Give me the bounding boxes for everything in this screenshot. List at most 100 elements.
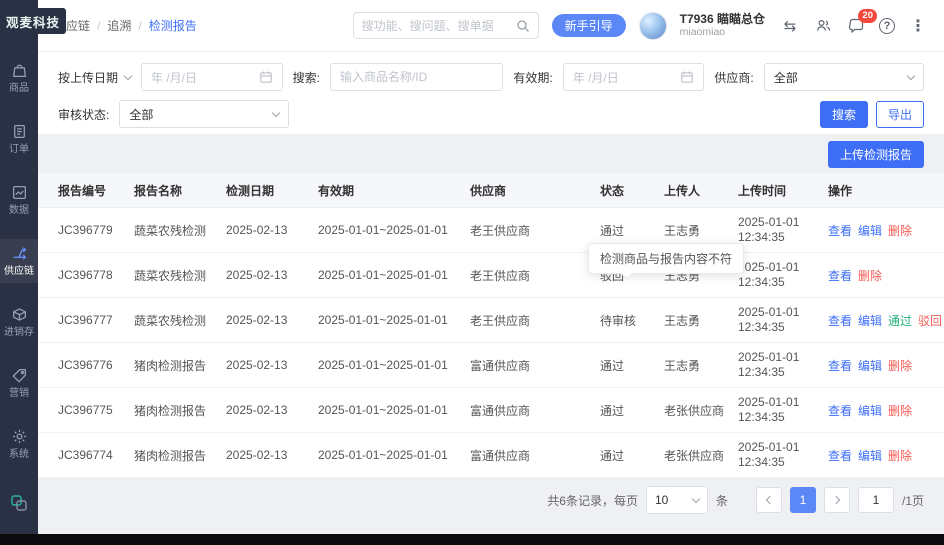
chevron-down-icon	[692, 494, 700, 502]
cell-upload-time: 2025-01-01 12:34:35	[738, 260, 810, 290]
cell-validity: 2025-01-01~2025-01-01	[318, 358, 470, 372]
cell-uploader: 王志勇	[664, 312, 738, 329]
cell-supplier: 老王供应商	[470, 267, 600, 284]
edit-link[interactable]: 编辑	[858, 312, 882, 329]
system-gear-icon	[11, 428, 28, 445]
account-info[interactable]: T7936 瞄瞄总仓 miaomiao	[680, 13, 765, 39]
row-actions: 查看编辑通过驳回	[828, 312, 942, 329]
breadcrumb-test-report[interactable]: 检测报告	[131, 17, 196, 34]
page-size-select[interactable]: 10	[646, 486, 708, 514]
edit-link[interactable]: 编辑	[858, 222, 882, 239]
global-search-input[interactable]	[362, 19, 510, 33]
record-count-label: 共6条记录，每页	[547, 492, 638, 509]
row-actions: 查看编辑删除	[828, 402, 936, 419]
pagination: 共6条记录，每页 10 条 1 /1页	[38, 482, 944, 518]
approve-link[interactable]: 通过	[888, 312, 912, 329]
cell-report-no: JC396778	[58, 268, 134, 282]
cell-supplier: 富通供应商	[470, 357, 600, 374]
view-link[interactable]: 查看	[828, 357, 852, 374]
account-name: T7936 瞄瞄总仓	[680, 13, 765, 26]
cell-test-date: 2025-02-13	[226, 313, 318, 327]
sidebar-item-label: 系统	[9, 449, 29, 460]
sidebar-item-label: 数据	[9, 205, 29, 216]
global-search-box[interactable]	[353, 12, 539, 39]
sidebar-item-data[interactable]: 数据	[0, 178, 38, 222]
upload-report-button[interactable]: 上传检测报告	[828, 141, 924, 168]
view-link[interactable]: 查看	[828, 402, 852, 419]
cell-validity: 2025-01-01~2025-01-01	[318, 448, 470, 462]
avatar[interactable]	[639, 12, 667, 40]
bottom-bar	[0, 534, 944, 545]
sidebar-item-system[interactable]: 系统	[0, 422, 38, 466]
total-pages-label: /1页	[902, 492, 924, 509]
edit-link[interactable]: 编辑	[858, 402, 882, 419]
filter-panel: 按上传日期 年 /月/日 搜索: 有效期: 年 /月/日 供应商: 全部	[38, 52, 944, 134]
cell-status: 通过	[600, 222, 664, 239]
audit-status-select[interactable]: 全部	[119, 100, 289, 128]
report-table: 报告编号 报告名称 检测日期 有效期 供应商 状态 上传人 上传时间 操作 JC…	[38, 174, 944, 478]
delete-link[interactable]: 删除	[888, 357, 912, 374]
cell-status: 通过	[600, 402, 664, 419]
view-link[interactable]: 查看	[828, 447, 852, 464]
marketing-tag-icon	[11, 367, 28, 384]
delete-link[interactable]: 删除	[888, 402, 912, 419]
brand-mark-icon	[9, 493, 29, 513]
date-type-dropdown[interactable]: 按上传日期	[58, 69, 131, 86]
messages-icon[interactable]: 20	[846, 16, 866, 36]
sidebar-item-orders[interactable]: 订单	[0, 117, 38, 161]
next-page-button[interactable]	[824, 487, 850, 513]
page-1-button[interactable]: 1	[790, 487, 816, 513]
more-icon[interactable]: ⋮	[908, 16, 928, 36]
sidebar-item-label: 商品	[9, 83, 29, 94]
sidebar-item-supply-chain[interactable]: 供应链	[0, 239, 38, 283]
view-link[interactable]: 查看	[828, 222, 852, 239]
contacts-icon[interactable]	[813, 16, 833, 36]
row-actions: 查看编辑删除	[828, 357, 936, 374]
upload-date-input[interactable]: 年 /月/日	[141, 63, 283, 91]
help-icon[interactable]: ?	[879, 18, 895, 34]
app-logo: 观麦科技	[0, 8, 66, 34]
orders-icon	[11, 123, 28, 140]
search-button[interactable]: 搜索	[820, 101, 868, 128]
cell-validity: 2025-01-01~2025-01-01	[318, 403, 470, 417]
calendar-icon	[680, 70, 694, 84]
cell-test-date: 2025-02-13	[226, 358, 318, 372]
cell-test-date: 2025-02-13	[226, 448, 318, 462]
sidebar-item-inventory[interactable]: 进销存	[0, 300, 38, 344]
switch-store-icon[interactable]: ⇆	[780, 16, 800, 36]
table-row: JC396774猪肉检测报告2025-02-132025-01-01~2025-…	[38, 433, 944, 478]
page-jump-input[interactable]	[858, 487, 894, 513]
help-glyph: ?	[884, 20, 891, 32]
table-row: JC396777蔬菜农残检测2025-02-132025-01-01~2025-…	[38, 298, 944, 343]
upload-date-placeholder: 年 /月/日	[151, 69, 253, 86]
view-link[interactable]: 查看	[828, 312, 852, 329]
page-size-value: 10	[655, 493, 687, 507]
table-row: JC396776猪肉检测报告2025-02-132025-01-01~2025-…	[38, 343, 944, 388]
edit-link[interactable]: 编辑	[858, 447, 882, 464]
validity-date-input[interactable]: 年 /月/日	[563, 63, 705, 91]
keyword-search-label: 搜索:	[293, 69, 320, 86]
sidebar-item-goods[interactable]: 商品	[0, 56, 38, 100]
sidebar-item-marketing[interactable]: 营销	[0, 361, 38, 405]
sidebar-item-label: 营销	[9, 388, 29, 399]
goods-icon	[11, 62, 28, 79]
reject-link[interactable]: 驳回	[918, 312, 942, 329]
cell-report-no: JC396777	[58, 313, 134, 327]
view-link[interactable]: 查看	[828, 267, 852, 284]
unit-label: 条	[716, 492, 728, 509]
delete-link[interactable]: 删除	[888, 447, 912, 464]
breadcrumb-trace[interactable]: 追溯	[90, 17, 131, 34]
prev-page-button[interactable]	[756, 487, 782, 513]
export-button[interactable]: 导出	[876, 101, 924, 128]
search-icon	[516, 19, 530, 33]
edit-link[interactable]: 编辑	[858, 357, 882, 374]
delete-link[interactable]: 删除	[858, 267, 882, 284]
cell-report-no: JC396775	[58, 403, 134, 417]
keyword-input-wrap[interactable]	[330, 63, 503, 91]
supplier-select[interactable]: 全部	[764, 63, 924, 91]
keyword-input[interactable]	[340, 70, 493, 84]
delete-link[interactable]: 删除	[888, 222, 912, 239]
guide-button[interactable]: 新手引导	[552, 14, 626, 37]
chevron-down-icon	[272, 108, 280, 116]
cell-report-no: JC396774	[58, 448, 134, 462]
